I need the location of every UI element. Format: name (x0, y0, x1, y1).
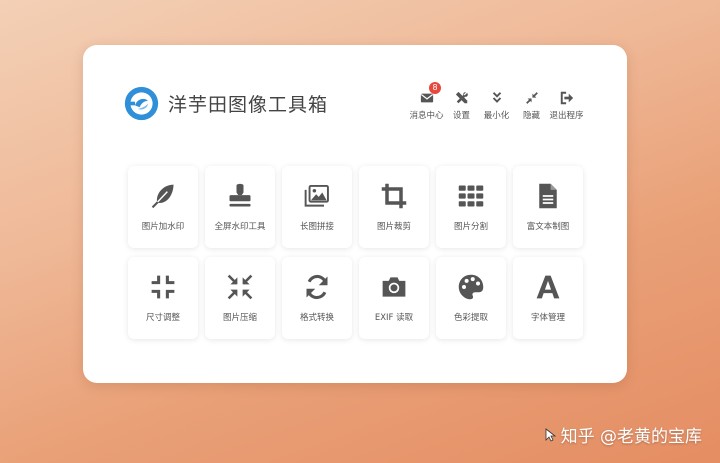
hide-label: 隐藏 (522, 111, 540, 121)
shrink-arrows-icon (227, 274, 253, 300)
grid-icon (458, 185, 484, 207)
tool-color-extract[interactable]: 色彩提取 (436, 257, 506, 339)
tool-label: 长图拼接 (299, 222, 334, 232)
brand: 洋芋田图像工具箱 (123, 85, 328, 122)
tool-label: 富文本制图 (526, 222, 570, 232)
exit-label: 退出程序 (549, 111, 584, 121)
sync-icon (306, 274, 328, 300)
main-window: 洋芋田图像工具箱 8 消息中心 设置 最小化 隐藏 退出程序 图片加水印 全屏水… (83, 45, 627, 383)
tool-image-watermark[interactable]: 图片加水印 (128, 166, 198, 248)
font-icon (536, 275, 560, 299)
tool-exif-read[interactable]: EXIF 读取 (359, 257, 429, 339)
tool-fullscreen-watermark[interactable]: 全屏水印工具 (205, 166, 275, 248)
sign-out-icon (560, 91, 573, 105)
tool-label: 字体管理 (530, 313, 565, 323)
hide-button[interactable]: 隐藏 (515, 91, 548, 121)
tool-label: 图片裁剪 (376, 222, 411, 232)
compress-arrows-icon (525, 92, 538, 104)
tool-label: 全屏水印工具 (214, 222, 266, 232)
camera-icon (382, 277, 406, 297)
tools-grid: 图片加水印 全屏水印工具 长图拼接 图片裁剪 图片分割 富文本制图 尺寸调整 图… (128, 166, 583, 339)
double-chevron-down-icon (492, 92, 501, 103)
minimize-label: 最小化 (483, 111, 510, 121)
tool-image-compress[interactable]: 图片压缩 (205, 257, 275, 339)
tool-label: 尺寸调整 (145, 313, 180, 323)
tool-label: 图片分割 (453, 222, 488, 232)
tool-label: EXIF 读取 (374, 313, 414, 323)
tool-image-split[interactable]: 图片分割 (436, 166, 506, 248)
minimize-button[interactable]: 最小化 (480, 91, 513, 121)
stamp-icon (229, 183, 251, 207)
message-center-label: 消息中心 (409, 111, 444, 121)
watermark-text: 知乎 @老黄的宝库 (560, 427, 702, 447)
tool-label: 色彩提取 (453, 313, 488, 323)
compress-icon (151, 275, 175, 299)
document-icon (539, 183, 557, 209)
message-center-button[interactable]: 8 消息中心 (409, 82, 444, 121)
mouse-cursor-icon (545, 427, 556, 442)
app-logo-icon (124, 86, 159, 121)
crop-icon (381, 183, 407, 209)
tool-image-crop[interactable]: 图片裁剪 (359, 166, 429, 248)
images-icon (304, 184, 329, 207)
tool-label: 图片加水印 (141, 222, 185, 232)
feather-icon (151, 184, 174, 209)
exit-button[interactable]: 退出程序 (549, 91, 584, 121)
window-toolbar: 8 消息中心 设置 最小化 隐藏 退出程序 (408, 82, 584, 121)
tool-resize[interactable]: 尺寸调整 (128, 257, 198, 339)
app-title: 洋芋田图像工具箱 (168, 94, 329, 116)
settings-button[interactable]: 设置 (445, 91, 478, 121)
palette-icon (458, 274, 484, 300)
zhihu-watermark: 知乎 @老黄的宝库 (545, 422, 702, 447)
tool-format-convert[interactable]: 格式转换 (282, 257, 352, 339)
tool-font-manage[interactable]: 字体管理 (513, 257, 583, 339)
notification-badge: 8 (429, 82, 441, 94)
tool-rich-text-image[interactable]: 富文本制图 (513, 166, 583, 248)
wrench-screwdriver-icon (455, 91, 468, 104)
settings-label: 设置 (452, 111, 470, 121)
tool-long-image-stitch[interactable]: 长图拼接 (282, 166, 352, 248)
tool-label: 格式转换 (299, 313, 334, 323)
tool-label: 图片压缩 (222, 313, 257, 323)
